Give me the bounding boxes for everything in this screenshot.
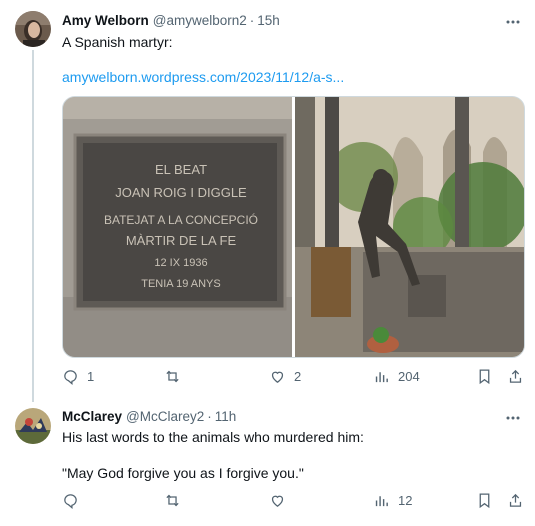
share-button[interactable]	[507, 490, 524, 510]
tweet-link[interactable]: amywelborn.wordpress.com/2023/11/12/a-s.…	[62, 69, 344, 85]
timestamp[interactable]: 11h	[215, 409, 237, 424]
like-icon	[271, 495, 284, 507]
separator-dot: ·	[207, 409, 212, 424]
tweet-text: A Spanish martyr:	[62, 34, 173, 50]
timestamp[interactable]: 15h	[257, 13, 280, 28]
bookmark-icon	[479, 492, 490, 508]
like-button[interactable]	[269, 490, 294, 510]
reply-button[interactable]: 1	[62, 366, 94, 386]
plaque-line: 12 IX 1936	[154, 257, 207, 269]
reply-icon	[64, 369, 77, 385]
views-button[interactable]: 12	[373, 490, 412, 510]
views-count: 12	[398, 492, 413, 508]
author-handle[interactable]: @amywelborn2	[153, 13, 247, 28]
tweet-media[interactable]: EL BEAT JOAN ROIG I DIGGLE BATEJAT A LA …	[62, 96, 525, 358]
views-icon	[375, 495, 388, 506]
bookmark-button[interactable]	[476, 490, 493, 510]
separator-dot: ·	[249, 13, 255, 28]
tweet-amy-welborn[interactable]: Amy Welborn @amywelborn2 · 15h A Spanish…	[0, 0, 535, 400]
avatar[interactable]	[15, 408, 51, 444]
author-handle[interactable]: @McClarey2	[126, 409, 204, 424]
tweet-text-line: "May God forgive you as I forgive you."	[62, 465, 304, 481]
more-icon[interactable]	[505, 17, 521, 27]
retweet-icon	[166, 494, 179, 506]
reply-icon	[64, 493, 77, 509]
retweet-button[interactable]	[164, 366, 189, 386]
author-name[interactable]: Amy Welborn	[62, 13, 149, 28]
bookmark-button[interactable]	[476, 366, 493, 386]
tweet-mcclarey[interactable]: McClarey @McClarey2 · 11h His last words…	[0, 400, 535, 526]
bookmark-icon	[479, 368, 490, 384]
reply-count: 1	[87, 368, 95, 384]
like-icon	[271, 371, 284, 383]
share-button[interactable]	[507, 366, 524, 386]
avatar[interactable]	[15, 11, 51, 47]
plaque-line: TENIA 19 ANYS	[141, 278, 220, 290]
plaque-line: BATEJAT A LA CONCEPCIÓ	[104, 212, 258, 227]
reply-button[interactable]	[62, 490, 87, 510]
statue-photo[interactable]	[295, 97, 524, 357]
retweet-button[interactable]	[164, 490, 189, 510]
like-count: 2	[294, 368, 302, 384]
views-button[interactable]: 204	[373, 366, 420, 386]
views-icon	[375, 371, 388, 382]
author-name[interactable]: McClarey	[62, 409, 122, 424]
share-icon	[509, 493, 522, 507]
tweet-text-line: His last words to the animals who murder…	[62, 429, 364, 445]
views-count: 204	[398, 368, 420, 384]
plaque-line: MÀRTIR DE LA FE	[126, 233, 237, 248]
plaque-line: EL BEAT	[155, 162, 207, 177]
more-icon[interactable]	[505, 413, 521, 423]
share-icon	[509, 369, 522, 383]
like-button[interactable]: 2	[269, 366, 301, 386]
plaque-photo[interactable]	[63, 97, 292, 357]
plaque-line: JOAN ROIG I DIGGLE	[115, 185, 247, 200]
retweet-icon	[166, 370, 179, 382]
